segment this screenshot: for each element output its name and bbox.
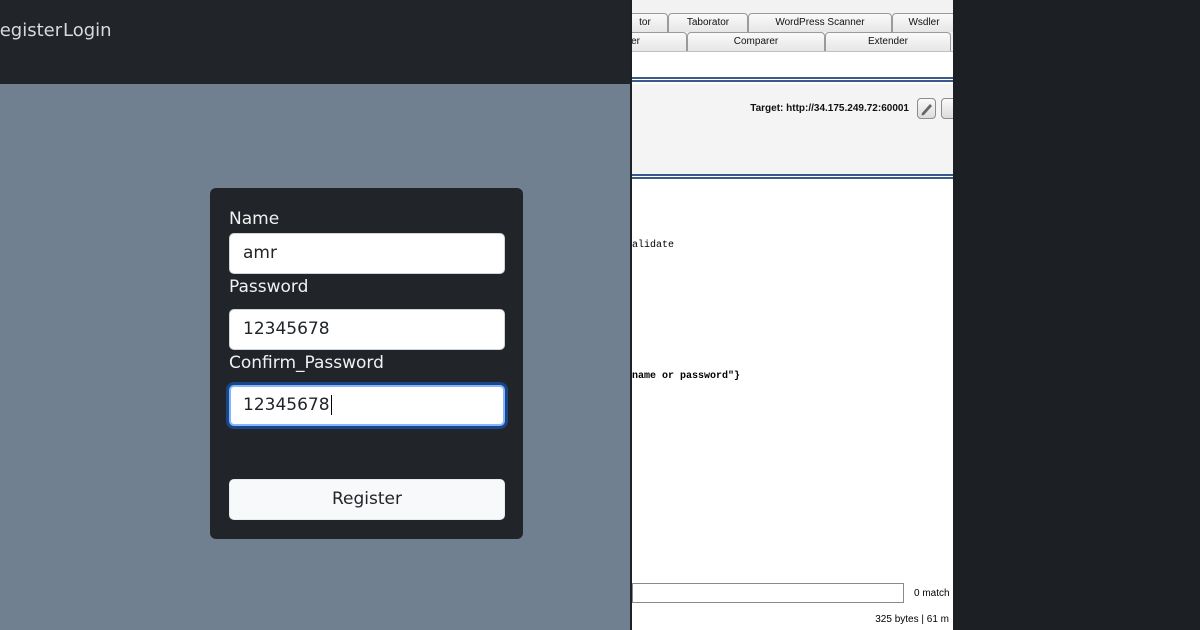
tab-comparer[interactable]: Comparer xyxy=(687,32,825,51)
password-input[interactable]: 12345678 xyxy=(229,309,505,350)
tab-wsdler[interactable]: Wsdler xyxy=(892,13,953,32)
password-label: Password xyxy=(229,277,309,297)
tool-tab-strip: tor Taborator WordPress Scanner Wsdler e… xyxy=(632,0,953,52)
burp-suite-window: tor Taborator WordPress Scanner Wsdler e… xyxy=(632,0,953,630)
desktop-background xyxy=(953,0,1200,630)
text-caret xyxy=(330,395,332,415)
response-line-error: name or password"} xyxy=(632,371,741,382)
register-form: Name amr Password 12345678 Confirm_Passw… xyxy=(210,188,523,539)
tab-taborator[interactable]: Taborator xyxy=(668,13,748,32)
name-label: Name xyxy=(229,209,280,229)
tab-extender[interactable]: Extender xyxy=(825,32,951,51)
search-input[interactable] xyxy=(632,583,904,603)
divider xyxy=(632,77,953,82)
password-input-value: 12345678 xyxy=(243,319,330,339)
response-line-validate: alidate xyxy=(632,240,675,251)
register-button[interactable]: Register xyxy=(229,479,505,520)
navbar: Register Login xyxy=(0,0,630,84)
divider xyxy=(632,174,953,179)
edit-target-icon[interactable] xyxy=(917,98,936,119)
tab-wordpress-scanner[interactable]: WordPress Scanner xyxy=(748,13,892,32)
name-input[interactable]: amr xyxy=(229,233,505,274)
name-input-value: amr xyxy=(243,243,277,263)
target-label: Target: http://34.175.249.72:60001 xyxy=(750,103,909,114)
web-app-window: Register Login Name amr Password 1234567… xyxy=(0,0,630,630)
nav-login-link[interactable]: Login xyxy=(63,20,112,41)
tab-collaborator[interactable]: tor xyxy=(632,13,668,32)
confirm-password-input-value: 12345678 xyxy=(243,395,330,415)
tab-decoder[interactable]: er xyxy=(632,32,687,51)
confirm-password-input[interactable]: 12345678 xyxy=(229,385,505,426)
help-icon[interactable] xyxy=(941,98,953,119)
response-status: 325 bytes | 61 m xyxy=(875,614,949,625)
target-bar xyxy=(632,84,953,176)
confirm-password-label: Confirm_Password xyxy=(229,353,384,373)
nav-register-link[interactable]: Register xyxy=(0,20,62,41)
match-count: 0 match xyxy=(914,588,950,599)
